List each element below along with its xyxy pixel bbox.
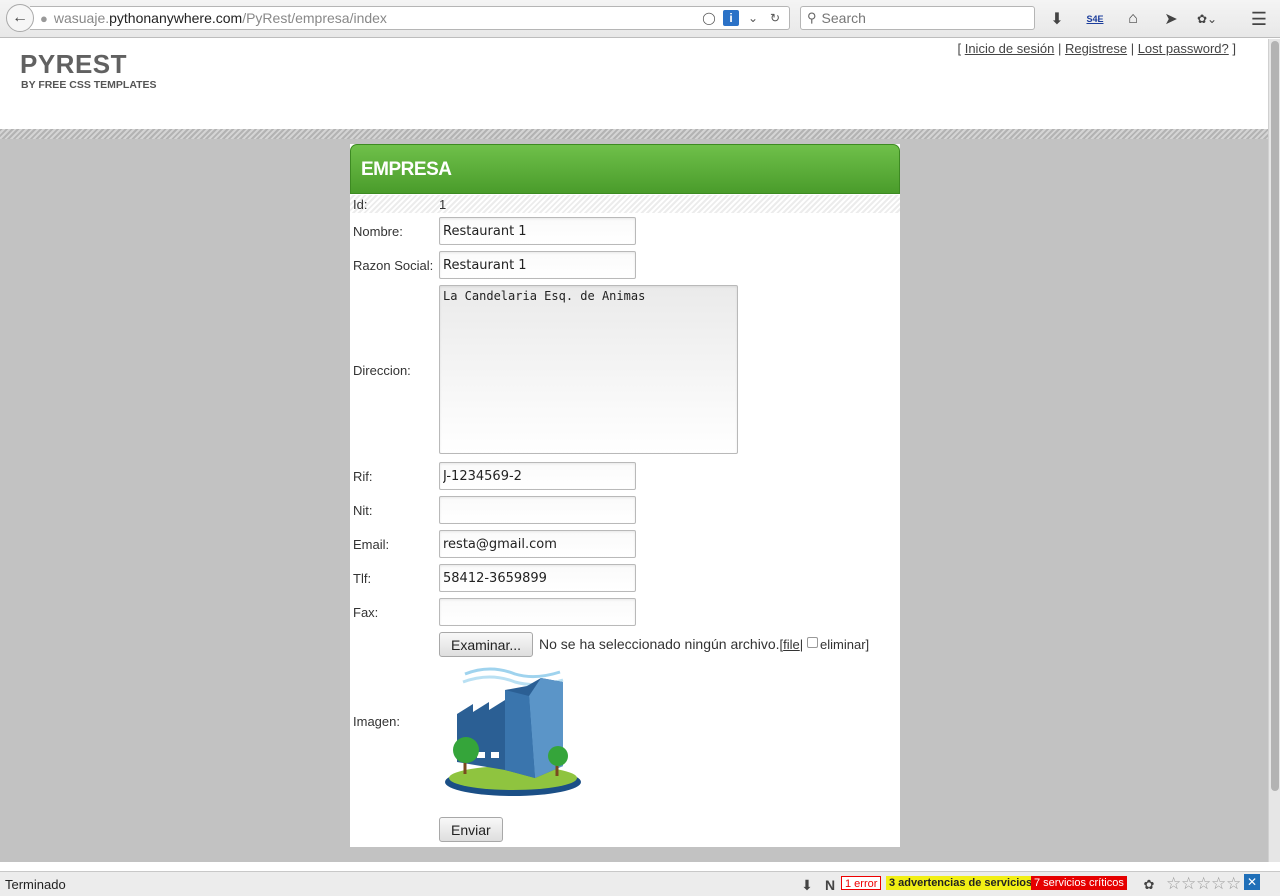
error-badge[interactable]: 1 error [841,876,882,890]
download-icon[interactable]: ⬇ [1046,8,1068,30]
globe-icon: ● [40,10,48,26]
reload-icon[interactable]: ↻ [767,10,783,26]
direccion-label: Direccion: [353,363,411,378]
submit-button[interactable]: Enviar [439,817,503,842]
home-icon[interactable]: ⌂ [1122,8,1144,30]
user-links: [ Inicio de sesión | Registrese | Lost p… [957,41,1236,56]
direccion-textarea[interactable]: La Candelaria Esq. de Animas [439,285,738,454]
url-prefix: wasuaje. [53,10,110,26]
site-title: PYREST [20,49,128,79]
url-host: pythonanywhere.com [109,10,243,26]
header-divider [0,129,1268,139]
browser-toolbar: ● wasuaje. pythonanywhere.com/PyRest/empr… [0,0,1280,38]
razon-social-field[interactable] [439,251,636,279]
rif-field[interactable] [439,462,636,490]
info-icon[interactable]: i [723,10,739,26]
search-input[interactable]: ⚲ Search [800,6,1035,30]
url-path: /PyRest/empresa/index [242,10,387,26]
lost-password-link[interactable]: Lost password? [1138,41,1229,56]
nit-label: Nit: [353,503,373,518]
email-label: Email: [353,537,390,552]
site-header: PYREST BY FREE CSS TEMPLATES [ Inicio de… [0,39,1268,129]
star-icon[interactable]: ☆ [1226,874,1241,894]
download-icon[interactable]: ⬇ [796,874,818,896]
back-button[interactable]: ← [6,4,34,32]
browse-file-button[interactable]: Examinar... [439,632,534,657]
panel-header: EMPRESA [350,144,900,194]
send-icon[interactable]: ➤ [1160,8,1182,30]
back-arrow-icon: ← [12,9,28,26]
extension-x-icon[interactable]: ✕ [1244,874,1260,890]
email-field[interactable] [439,530,636,558]
star-icon[interactable]: ☆ [1181,874,1196,894]
rif-label: Rif: [353,469,373,484]
file-link[interactable]: file [783,637,800,652]
chevron-down-icon[interactable]: ⌄ [745,10,761,26]
nit-field[interactable] [439,496,636,524]
nombre-field[interactable] [439,217,636,245]
empresa-panel: EMPRESA Id: 1 Nombre: Razon Social: Dire… [350,144,900,847]
search-icon: ⚲ [807,10,817,25]
extension-icon[interactable]: ✿⌄ [1196,8,1218,30]
fax-label: Fax: [353,605,379,620]
status-text: Terminado [5,877,66,892]
nombre-label: Nombre: [353,224,403,239]
menu-icon[interactable]: ☰ [1248,8,1270,30]
delete-checkbox[interactable] [807,637,819,648]
id-row-background [350,195,900,213]
critical-badge[interactable]: 7 servicios críticos [1031,876,1127,890]
panel-title: EMPRESA [361,159,452,180]
fax-field[interactable] [439,598,636,626]
url-bar[interactable]: ● wasuaje. pythonanywhere.com/PyRest/empr… [30,6,790,30]
s4e-extension-icon[interactable]: S4E [1084,8,1106,30]
register-link[interactable]: Registrese [1065,41,1127,56]
id-value: 1 [439,197,447,212]
scrollbar-thumb[interactable] [1271,41,1279,791]
file-status: No se ha seleccionado ningún archivo.[fi… [539,636,870,652]
search-placeholder: Search [821,10,866,26]
site-subtitle: BY FREE CSS TEMPLATES [21,79,157,91]
addon-icon[interactable]: ✿ [1138,874,1160,896]
vertical-scrollbar[interactable] [1268,39,1280,862]
page-viewport: PYREST BY FREE CSS TEMPLATES [ Inicio de… [0,39,1268,862]
delete-label: eliminar [820,637,866,652]
file-status-text: No se ha seleccionado ningún archivo. [539,636,780,652]
status-bar: Terminado ⬇ N 1 error 3 advertencias de … [0,871,1280,896]
imagen-label: Imagen: [353,714,400,729]
warnings-badge[interactable]: 3 advertencias de servicios [886,876,1036,890]
star-icon[interactable]: ☆ [1211,874,1226,894]
tlf-field[interactable] [439,564,636,592]
login-link[interactable]: Inicio de sesión [965,41,1055,56]
star-icon[interactable]: ☆ [1166,874,1181,894]
razon-social-label: Razon Social: [353,258,434,273]
id-label: Id: [353,197,368,212]
shield-icon[interactable]: ◯ [701,10,717,26]
star-icon[interactable]: ☆ [1196,874,1211,894]
noscript-icon[interactable]: N [819,874,841,896]
tlf-label: Tlf: [353,571,372,586]
factory-image [445,667,581,796]
